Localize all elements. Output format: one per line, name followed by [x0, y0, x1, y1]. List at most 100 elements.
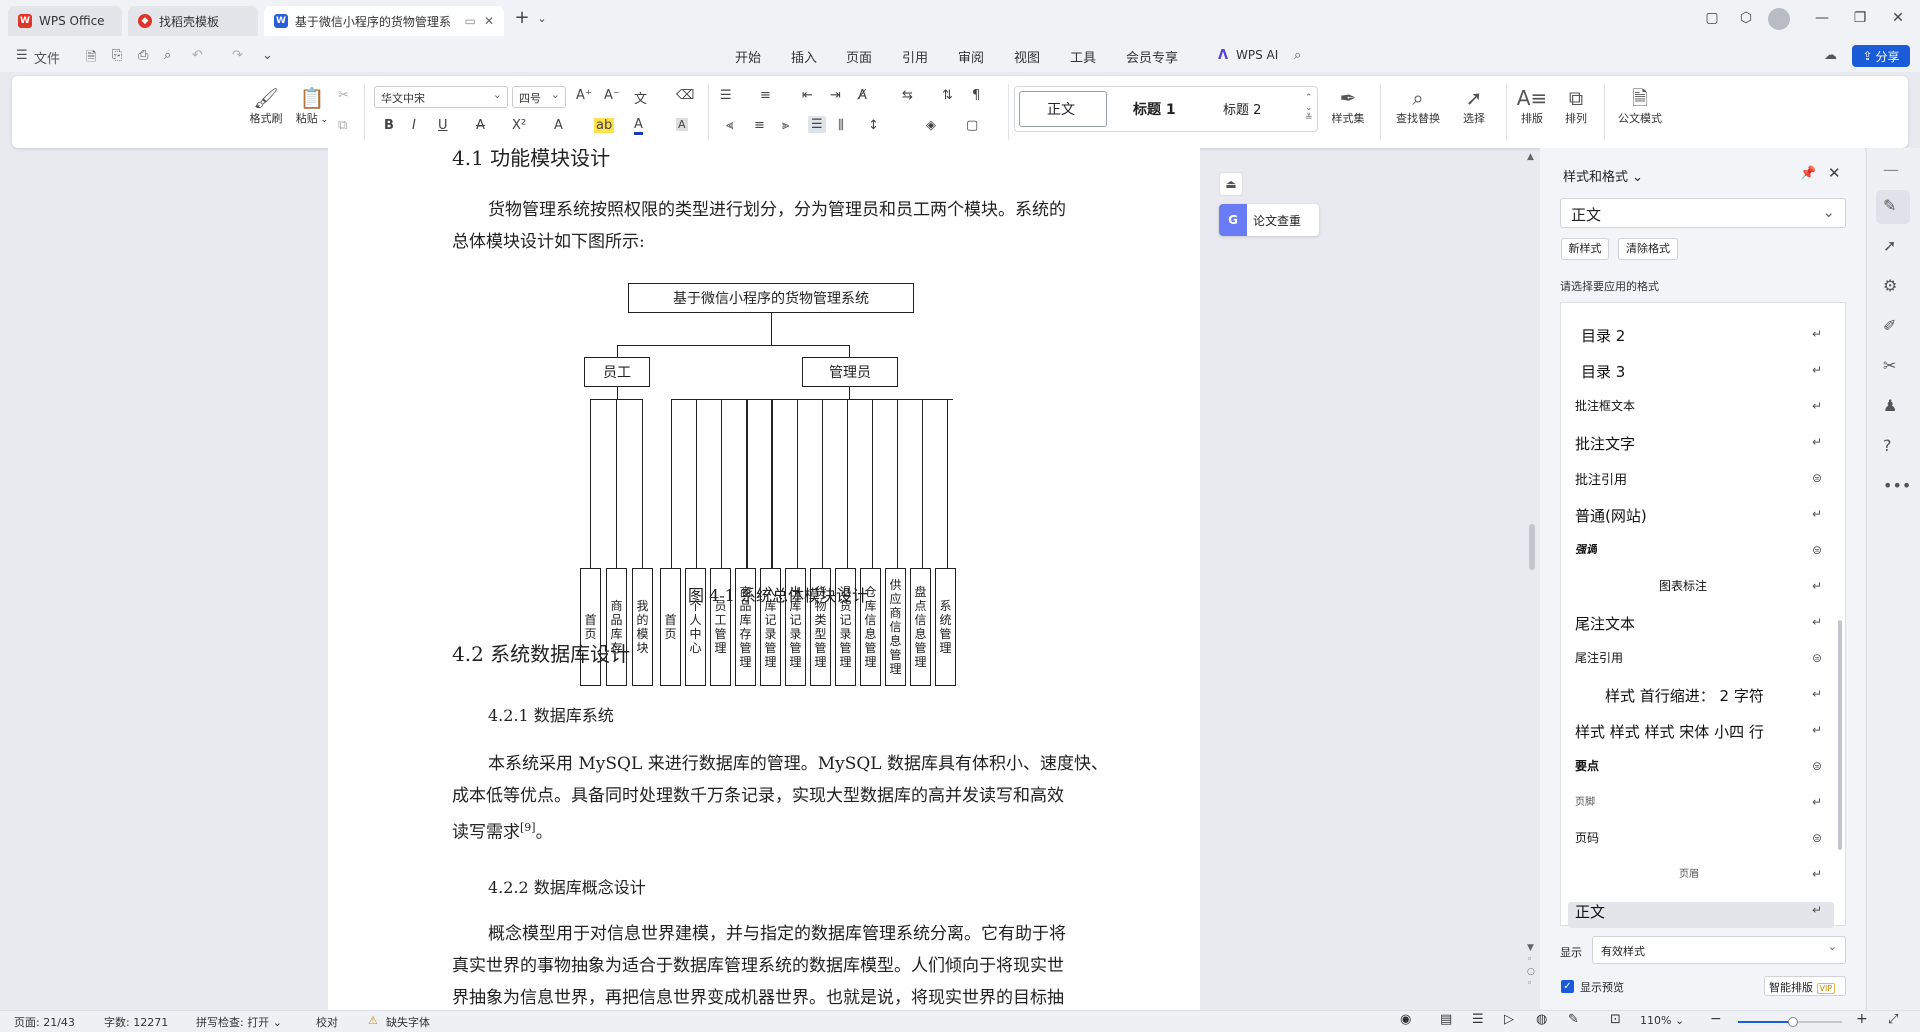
style-item[interactable]: 目录 3	[1581, 361, 1625, 382]
distributed-icon[interactable]: ⫼	[838, 118, 844, 133]
search-icon[interactable]: ⌕	[1294, 48, 1301, 63]
layout-button[interactable]: A≡ 排版	[1512, 86, 1552, 126]
minimize-icon[interactable]: —	[1812, 10, 1832, 26]
numbered-list-icon[interactable]: ≡	[760, 88, 771, 103]
style-list-scrollbar[interactable]	[1838, 620, 1842, 850]
tab-wps-office[interactable]: W WPS Office	[8, 6, 122, 36]
style-item[interactable]: 正文	[1575, 901, 1605, 922]
style-item[interactable]: 尾注引用	[1575, 649, 1623, 666]
panel-title[interactable]: 样式和格式 ⌄	[1563, 166, 1643, 185]
style-item[interactable]: 目录 2	[1581, 325, 1625, 346]
official-doc-mode-button[interactable]: 🗎 公文模式	[1612, 86, 1668, 126]
align-right-icon[interactable]: ⫸	[782, 118, 789, 133]
close-tab-icon[interactable]: ✕	[484, 14, 494, 28]
quick-access-chevron-icon[interactable]: ⌄	[262, 48, 273, 63]
decrease-indent-icon[interactable]: ⇤	[802, 88, 813, 103]
edit-icon[interactable]: ✐	[1883, 316, 1896, 335]
print-icon[interactable]: ⎙	[138, 48, 148, 63]
sort-icon[interactable]: ⇅	[942, 88, 953, 103]
cloud-icon[interactable]: ☁	[1824, 48, 1837, 63]
text-effect-icon[interactable]: A	[554, 118, 563, 133]
page-view-icon[interactable]: ▤	[1440, 1012, 1452, 1027]
italic-icon[interactable]: I	[412, 118, 416, 133]
style-item[interactable]: 强调	[1575, 541, 1597, 557]
style-item[interactable]: 批注引用	[1575, 469, 1627, 488]
avatar[interactable]	[1768, 8, 1790, 30]
zoom-in-icon[interactable]: +	[1856, 1011, 1868, 1027]
menu-review[interactable]: 审阅	[958, 47, 984, 66]
smart-layout-button[interactable]: 智能排版 VIP	[1764, 976, 1846, 996]
text-direction-icon[interactable]: A̸	[858, 88, 867, 103]
fullscreen-icon[interactable]: ⤢	[1888, 1012, 1898, 1027]
shading-icon[interactable]: ◈	[926, 118, 936, 133]
menu-insert[interactable]: 插入	[791, 47, 817, 66]
shirt-icon[interactable]: ♟	[1883, 396, 1897, 415]
print-preview-icon[interactable]: ⌕	[164, 48, 171, 63]
undo-icon[interactable]: ↶	[192, 48, 203, 63]
collapse-icon[interactable]: —	[1883, 160, 1899, 179]
menu-page[interactable]: 页面	[846, 47, 872, 66]
word-count[interactable]: 字数: 12271	[104, 1014, 168, 1030]
proofread[interactable]: 校对	[316, 1014, 338, 1030]
style-item[interactable]: 样式 首行缩进： 2 字符	[1605, 685, 1764, 706]
missing-font[interactable]: 缺失字体	[386, 1014, 430, 1030]
wps-ai-button[interactable]: WPS AI	[1236, 48, 1278, 62]
style-item[interactable]: 页眉	[1679, 865, 1699, 880]
spell-check[interactable]: 拼写检查: 打开 ⌄	[196, 1014, 282, 1030]
paste-button[interactable]: 📋 粘贴 ⌄	[290, 86, 334, 126]
chinese-layout-icon[interactable]: ⇆	[902, 88, 913, 103]
font-color-icon[interactable]: A	[634, 118, 643, 135]
style-heading1[interactable]: 标题 1	[1133, 99, 1176, 119]
style-item[interactable]: 页脚	[1575, 793, 1595, 808]
style-item[interactable]: 样式 样式 样式 宋体 小四 行	[1575, 721, 1764, 742]
fit-page-icon[interactable]: ⊡	[1610, 1012, 1621, 1027]
shrink-font-icon[interactable]: A⁻	[604, 88, 620, 103]
save-icon[interactable]: 🗎	[86, 48, 96, 70]
pin-icon[interactable]: 📌	[1800, 166, 1816, 181]
scroll-up-icon[interactable]: ▲	[1527, 152, 1534, 162]
font-name-select[interactable]: 华文中宋	[374, 86, 508, 108]
clear-format-icon[interactable]: ⌫	[676, 88, 694, 103]
grow-font-icon[interactable]: A⁺	[576, 88, 592, 103]
show-filter-select[interactable]: 有效样式 ⌄	[1592, 936, 1846, 964]
preview-checkbox[interactable]: ✓	[1561, 980, 1574, 993]
highlight-icon[interactable]: ab	[594, 118, 615, 133]
border-icon[interactable]: ▢	[966, 118, 978, 133]
phonetic-icon[interactable]: 文	[634, 88, 647, 107]
char-shading-icon[interactable]: A	[676, 118, 688, 131]
close-window-icon[interactable]: ✕	[1888, 10, 1908, 26]
style-item[interactable]: 页码	[1575, 829, 1599, 846]
line-spacing-icon[interactable]: ↕	[868, 118, 879, 133]
file-menu[interactable]: 文件	[34, 48, 60, 67]
zoom-slider-thumb[interactable]	[1788, 1017, 1798, 1027]
style-item[interactable]: 要点	[1575, 757, 1599, 774]
tools-icon[interactable]: ✂	[1883, 356, 1896, 375]
current-style-select[interactable]: 正文 ⌄	[1560, 198, 1846, 228]
justify-icon[interactable]: ☰	[808, 116, 826, 133]
strikethrough-icon[interactable]: A	[476, 118, 485, 133]
outline-view-icon[interactable]: ☰	[1472, 1012, 1484, 1027]
underline-icon[interactable]: U	[438, 118, 448, 133]
menu-view[interactable]: 视图	[1014, 47, 1040, 66]
restore-icon[interactable]: ❐	[1850, 10, 1870, 26]
web-view-icon[interactable]: ◍	[1536, 1012, 1547, 1027]
style-item[interactable]: 批注文字	[1575, 433, 1635, 454]
increase-indent-icon[interactable]: ⇥	[830, 88, 841, 103]
hamburger-icon[interactable]: ☰	[16, 48, 28, 63]
bullet-list-icon[interactable]: ☰	[720, 88, 732, 103]
superscript-icon[interactable]: X²	[512, 118, 526, 133]
page-count[interactable]: 页面: 21/43	[14, 1014, 75, 1030]
menu-member[interactable]: 会员专享	[1126, 47, 1178, 66]
menu-tools[interactable]: 工具	[1070, 47, 1096, 66]
arrange-button[interactable]: ⧉ 排列	[1556, 86, 1596, 126]
redo-icon[interactable]: ↷	[232, 48, 243, 63]
style-normal[interactable]: 正文	[1047, 99, 1075, 119]
share-button[interactable]: ⇪ 分享	[1852, 45, 1910, 67]
new-tab-icon[interactable]: +	[512, 7, 532, 28]
style-item[interactable]: 图表标注	[1659, 577, 1707, 594]
export-icon[interactable]: ⎘	[112, 48, 122, 63]
pen-icon[interactable]: ✎	[1883, 196, 1896, 215]
help-icon[interactable]: ?	[1883, 436, 1892, 455]
style-item[interactable]: 普通(网站)	[1575, 505, 1647, 526]
scrollbar-thumb[interactable]	[1529, 524, 1535, 570]
